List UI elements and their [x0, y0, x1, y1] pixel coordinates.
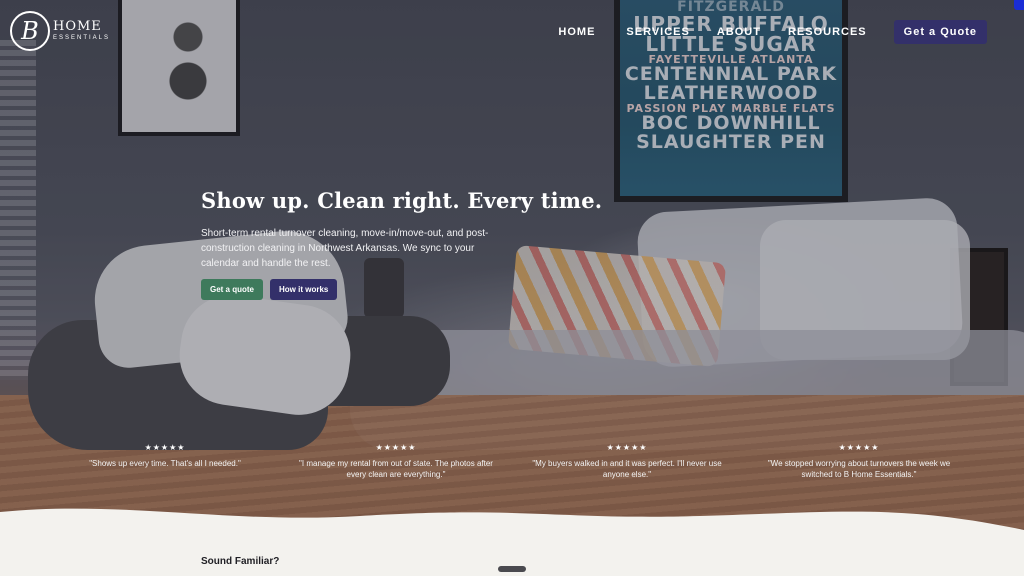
- logo-mark: B: [10, 11, 50, 51]
- logo-wordmark: HOME: [53, 19, 102, 34]
- section-heading: Sound Familiar?: [201, 556, 280, 567]
- main-navigation: HOME SERVICES ABOUT RESOURCES Get a Quot…: [558, 20, 1014, 44]
- testimonial: ★★★★★ "I manage my rental from out of st…: [291, 443, 501, 480]
- hero-title: Show up. Clean right. Every time.: [201, 188, 603, 213]
- corner-marker: [1014, 0, 1024, 10]
- get-quote-button[interactable]: Get a quote: [201, 279, 264, 300]
- logo-tagline: ESSENTIALS: [53, 35, 111, 41]
- star-rating: ★★★★★: [838, 443, 880, 452]
- testimonial-quote: "I manage my rental from out of state. T…: [299, 459, 493, 479]
- nav-home[interactable]: HOME: [558, 20, 595, 44]
- testimonial: ★★★★★ "Shows up every time. That's all I…: [60, 443, 270, 469]
- nav-services[interactable]: SERVICES: [626, 20, 689, 44]
- star-rating: ★★★★★: [606, 443, 648, 452]
- wave-divider: [0, 508, 1024, 576]
- testimonial-quote: "My buyers walked in and it was perfect.…: [532, 459, 722, 479]
- star-rating: ★★★★★: [144, 443, 186, 452]
- scroll-handle[interactable]: [498, 566, 526, 572]
- testimonial-quote: "Shows up every time. That's all I neede…: [89, 459, 241, 468]
- testimonial-quote: "We stopped worrying about turnovers the…: [767, 459, 951, 479]
- how-it-works-button[interactable]: How it works: [270, 279, 338, 300]
- site-logo[interactable]: B HOME ESSENTIALS: [10, 11, 110, 51]
- nav-about[interactable]: ABOUT: [717, 20, 761, 44]
- get-a-quote-button[interactable]: Get a Quote: [893, 20, 987, 44]
- hero-subtitle: Short-term rental turnover cleaning, mov…: [201, 228, 489, 269]
- star-rating: ★★★★★: [375, 443, 417, 452]
- testimonial: ★★★★★ "My buyers walked in and it was pe…: [522, 443, 732, 480]
- testimonial: ★★★★★ "We stopped worrying about turnove…: [754, 443, 964, 480]
- nav-resources[interactable]: RESOURCES: [788, 20, 867, 44]
